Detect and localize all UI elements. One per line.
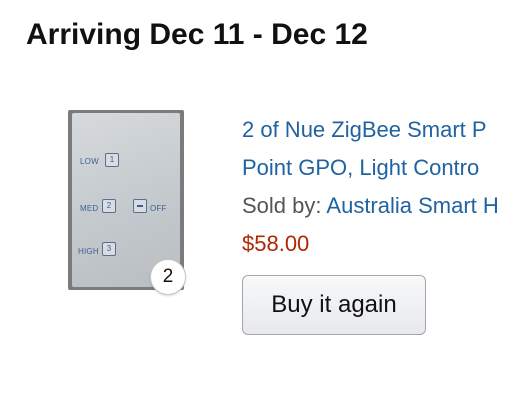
switch-label-off: OFF	[150, 204, 167, 213]
seller-link[interactable]: Australia Smart H	[326, 193, 498, 218]
switch-key-1: 1	[105, 153, 119, 167]
product-title-link-line2[interactable]: Point GPO, Light Contro	[242, 154, 479, 182]
switch-key-off	[133, 199, 147, 213]
shipment-card: Arriving Dec 11 - Dec 12 LOW 1 MED 2 OFF…	[0, 0, 520, 406]
product-thumbnail[interactable]: LOW 1 MED 2 OFF HIGH 3 2	[68, 110, 186, 295]
arrival-date-heading: Arriving Dec 11 - Dec 12	[26, 18, 368, 51]
off-bar-icon	[137, 205, 143, 207]
sold-by-row: Sold by: Australia Smart H	[242, 192, 499, 220]
sold-by-label: Sold by:	[242, 193, 322, 218]
switch-label-high: HIGH	[78, 247, 99, 256]
switch-label-low: LOW	[80, 157, 99, 166]
quantity-badge: 2	[150, 259, 186, 295]
item-price: $58.00	[242, 231, 310, 256]
switch-key-2: 2	[102, 199, 116, 213]
switch-label-med: MED	[80, 204, 99, 213]
switch-key-3: 3	[102, 242, 116, 256]
product-title-link[interactable]: 2 of Nue ZigBee Smart P	[242, 116, 487, 144]
buy-it-again-button[interactable]: Buy it again	[242, 275, 426, 335]
